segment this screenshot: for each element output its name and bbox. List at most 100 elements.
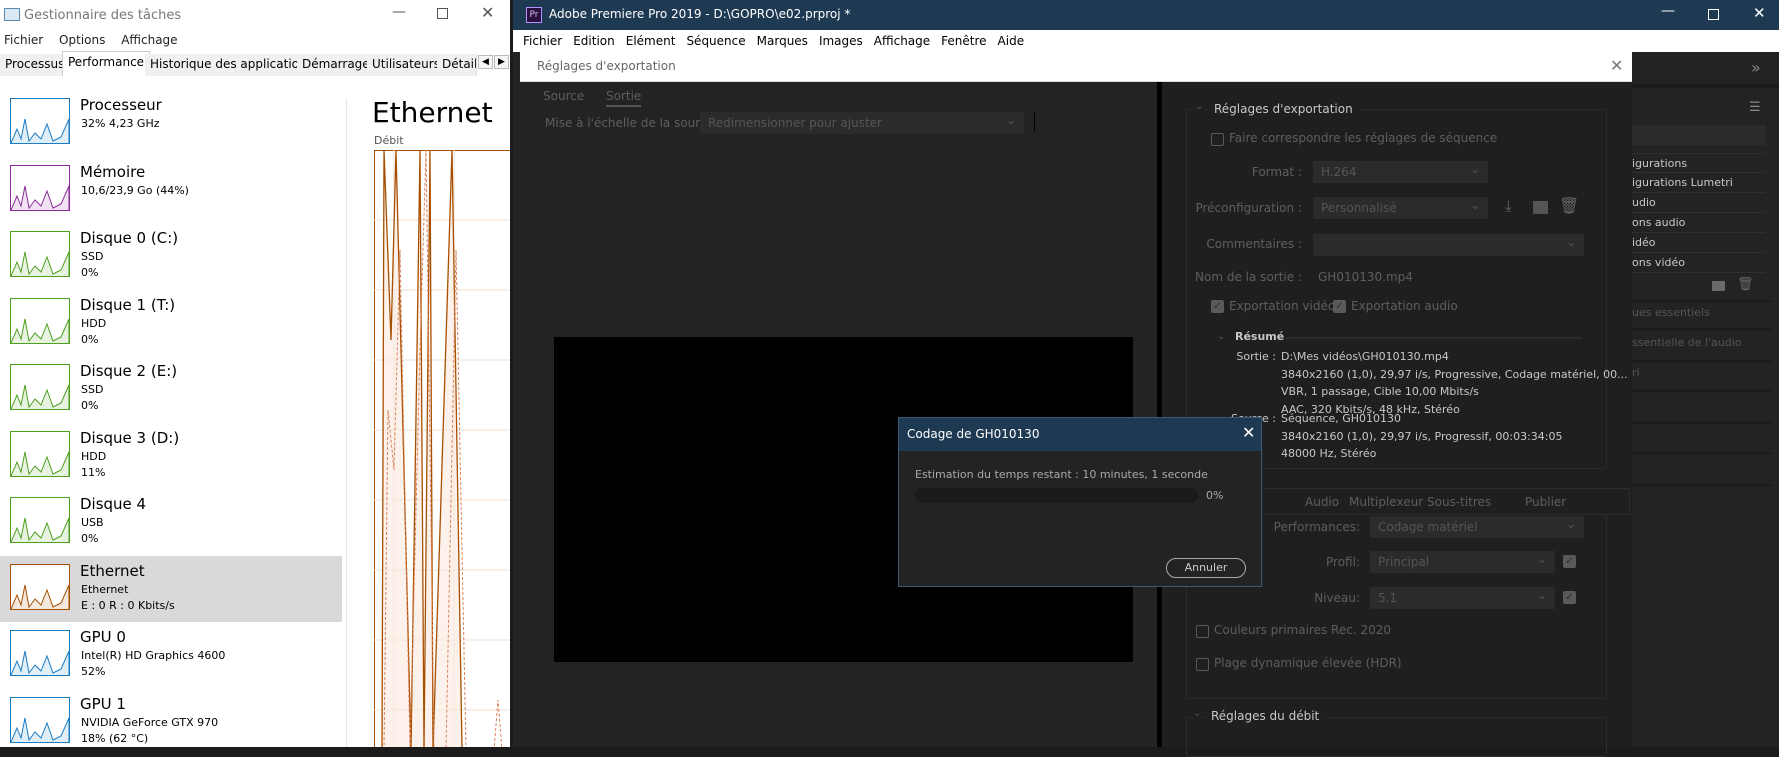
panel-tab[interactable]: ssentielle de l'audio	[1632, 336, 1742, 349]
minimize-button[interactable]: —	[392, 4, 406, 20]
menu-item[interactable]: Séquence	[686, 34, 745, 48]
sparkline-thumbnail	[10, 563, 70, 610]
preset-label: Préconfiguration :	[1195, 201, 1302, 215]
panel-list-item[interactable]: igurations	[1632, 153, 1765, 173]
perf-item-disque-1-t-[interactable]: Disque 1 (T:) HDD 0%	[0, 290, 342, 356]
item-name: Disque 3 (D:)	[80, 428, 180, 447]
format-dropdown[interactable]: H.264	[1313, 158, 1488, 183]
sparkline-thumbnail	[10, 696, 70, 743]
sparkline-thumbnail	[10, 497, 70, 543]
item-value: 0%	[81, 399, 99, 412]
tab-demarrage[interactable]: Démarrage	[297, 54, 376, 76]
panel-list-item[interactable]: idéo	[1632, 233, 1765, 253]
panel-menu-icon[interactable]: ☰	[1749, 100, 1761, 115]
tab-performance[interactable]: Performance	[62, 51, 151, 76]
panel-tab[interactable]: ues essentiels	[1632, 306, 1710, 319]
window-title: Adobe Premiere Pro 2019 - D:\GOPRO\e02.p…	[549, 7, 851, 21]
chevron-down-icon[interactable]: ⌄	[1193, 101, 1206, 112]
perf-item-m-moire[interactable]: Mémoire 10,6/23,9 Go (44%)	[0, 157, 342, 223]
menu-item[interactable]: Elément	[626, 34, 676, 48]
scroll-right-icon[interactable]: ▶	[494, 55, 509, 69]
preset-dropdown[interactable]: Personnalisé	[1313, 194, 1488, 219]
sparkline-thumbnail	[10, 364, 70, 410]
menu-options[interactable]: Options	[59, 33, 105, 47]
comments-input[interactable]	[1313, 231, 1584, 256]
profile-dropdown[interactable]: Principal	[1370, 548, 1555, 573]
performance-dropdown[interactable]: Codage matériel	[1370, 513, 1584, 538]
panel-list-item[interactable]: ons audio	[1632, 213, 1765, 233]
menu-item[interactable]: Aide	[998, 34, 1025, 48]
panel-tab[interactable]: ri	[1632, 366, 1640, 379]
panel-list-item[interactable]: udio	[1632, 193, 1765, 213]
perf-item-disque-2-e-[interactable]: Disque 2 (E:) SSD 0%	[0, 356, 342, 422]
menu-item[interactable]: Edition	[573, 34, 615, 48]
hdr-checkbox[interactable]	[1196, 658, 1209, 671]
level-checkbox[interactable]: ✓	[1563, 591, 1576, 604]
perf-item-disque-0-c-[interactable]: Disque 0 (C:) SSD 0%	[0, 223, 342, 289]
tab-sortie[interactable]: Sortie	[606, 89, 642, 107]
trash-icon[interactable]: 🗑	[1737, 277, 1754, 292]
time-remaining-text: Estimation du temps restant : 10 minutes…	[915, 468, 1208, 481]
import-preset-icon[interactable]	[1533, 201, 1548, 214]
menu-item[interactable]: Images	[819, 34, 863, 48]
scale-dropdown[interactable]: Redimensionner pour ajuster	[700, 109, 1024, 134]
perf-item-gpu-0[interactable]: GPU 0 Intel(R) HD Graphics 4600 52%	[0, 622, 342, 688]
panel-overflow-icon[interactable]: »	[1751, 58, 1761, 77]
maximize-button[interactable]	[437, 8, 448, 19]
panel-list-item[interactable]: igurations Lumetri	[1632, 173, 1765, 193]
output-name-link[interactable]: GH010130.mp4	[1318, 270, 1413, 284]
close-button[interactable]: ✕	[1753, 4, 1766, 22]
export-dialog-header	[520, 52, 1632, 82]
level-dropdown[interactable]: 5.1	[1370, 584, 1555, 609]
tab-sous-titres[interactable]: Sous-titres	[1427, 495, 1491, 509]
panel-separator	[1632, 484, 1772, 486]
delete-preset-icon[interactable]: 🗑	[1559, 196, 1579, 215]
cancel-button[interactable]: Annuler	[1166, 558, 1246, 578]
item-name: Mémoire	[80, 162, 146, 181]
panel-list-item[interactable]: ons vidéo	[1632, 253, 1765, 273]
text-cursor	[1034, 112, 1035, 132]
save-preset-icon[interactable]: ⤓	[1505, 197, 1512, 215]
perf-item-disque-3-d-[interactable]: Disque 3 (D:) HDD 11%	[0, 423, 342, 489]
tab-processus[interactable]: Processus	[0, 54, 71, 76]
item-subtitle: SSD	[81, 250, 104, 263]
chevron-down-icon[interactable]: ⌄	[1217, 331, 1225, 342]
scroll-left-icon[interactable]: ◀	[478, 55, 493, 69]
tab-publier[interactable]: Publier	[1525, 495, 1566, 509]
menu-item[interactable]: Affichage	[874, 34, 930, 48]
menu-item[interactable]: Fichier	[523, 34, 562, 48]
close-icon[interactable]: ✕	[1242, 423, 1255, 442]
menu-fichier[interactable]: Fichier	[4, 33, 43, 47]
item-subtitle: HDD	[81, 449, 107, 463]
maximize-button[interactable]	[1708, 9, 1719, 20]
panel-search-input[interactable]	[1632, 125, 1766, 145]
tab-historique[interactable]: Historique des applications	[145, 54, 319, 76]
rec2020-checkbox[interactable]	[1196, 625, 1209, 638]
tab-multiplexeur[interactable]: Multiplexeur	[1349, 495, 1423, 509]
export-audio-checkbox[interactable]: ✓	[1333, 300, 1346, 313]
menu-affichage[interactable]: Affichage	[121, 33, 177, 47]
chevron-down-icon[interactable]: ⌄	[1193, 708, 1202, 719]
perf-item-disque-4[interactable]: Disque 4 USB 0%	[0, 489, 342, 555]
panel-separator	[1632, 390, 1772, 392]
close-button[interactable]: ✕	[481, 3, 494, 22]
menu-item[interactable]: Marques	[757, 34, 808, 48]
perf-item-processeur[interactable]: Processeur 32% 4,23 GHz	[0, 90, 342, 156]
tab-details[interactable]: Détail	[437, 54, 477, 76]
tab-utilisateurs[interactable]: Utilisateurs	[367, 54, 446, 76]
export-video-checkbox[interactable]: ✓	[1211, 300, 1224, 313]
match-sequence-checkbox[interactable]	[1211, 133, 1224, 146]
encoding-dialog: Codage de GH010130 ✕ Estimation du temps…	[898, 417, 1262, 587]
minimize-button[interactable]: —	[1661, 3, 1675, 19]
profile-checkbox[interactable]: ✓	[1563, 555, 1576, 568]
folder-icon[interactable]	[1712, 281, 1725, 291]
tab-source[interactable]: Source	[543, 89, 584, 103]
perf-item-ethernet[interactable]: Ethernet Ethernet E : 0 R : 0 Kbits/s	[0, 555, 342, 622]
tab-audio[interactable]: Audio	[1305, 495, 1339, 509]
export-audio-label: Exportation audio	[1351, 299, 1458, 313]
menu-item[interactable]: Fenêtre	[941, 34, 986, 48]
export-video-label: Exportation vidéo	[1229, 299, 1336, 313]
close-icon[interactable]: ✕	[1610, 56, 1623, 75]
sparkline-thumbnail	[10, 430, 70, 477]
perf-item-gpu-1[interactable]: GPU 1 NVIDIA GeForce GTX 970 18% (62 °C)	[0, 689, 342, 748]
